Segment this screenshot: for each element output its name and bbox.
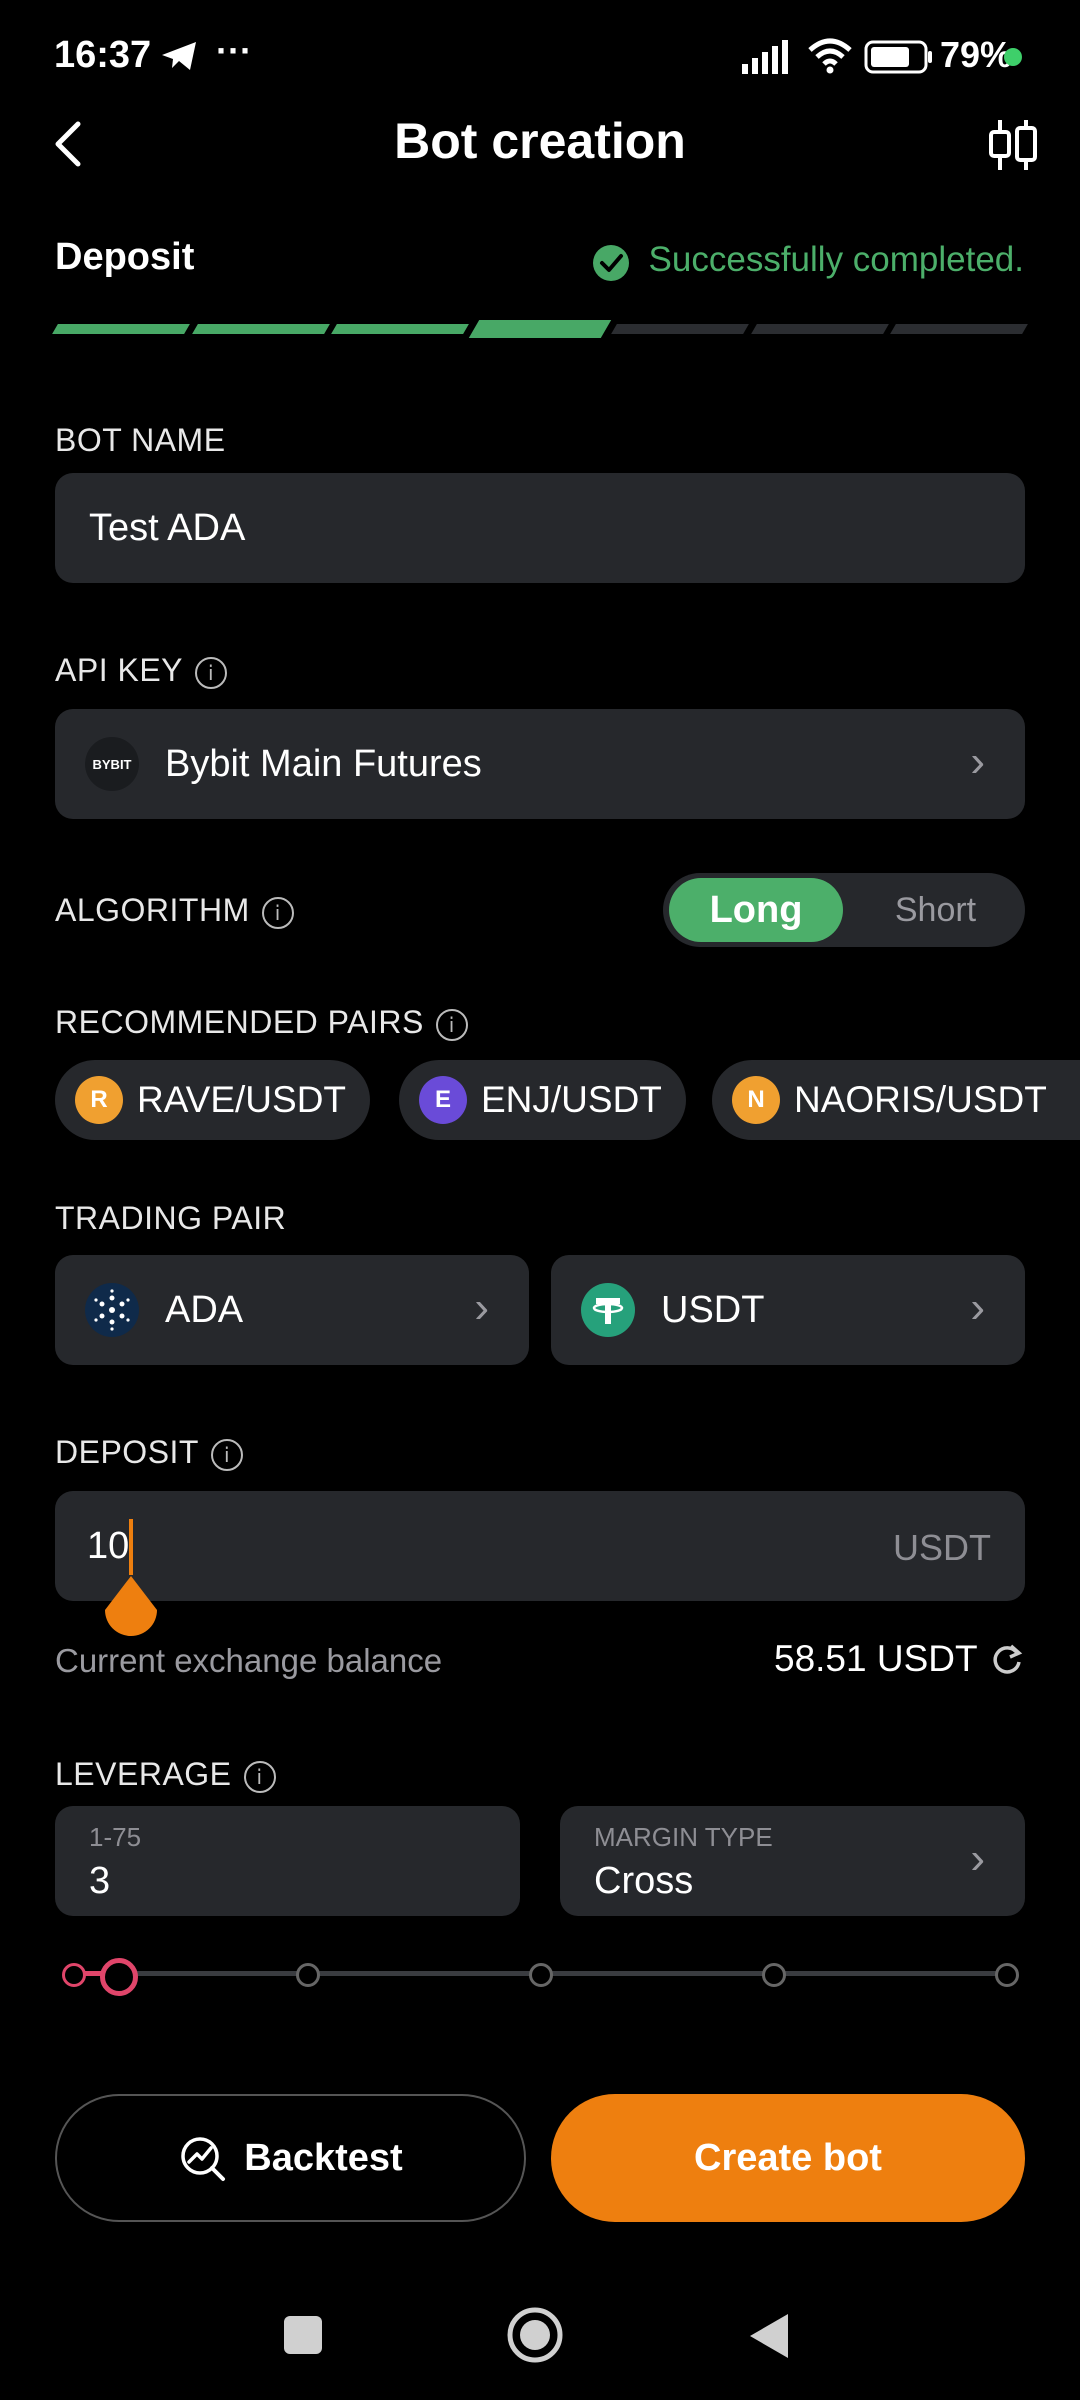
step-segment <box>331 324 470 334</box>
algorithm-long-option[interactable]: Long <box>669 878 843 942</box>
info-icon[interactable]: i <box>435 1008 468 1041</box>
step-segment <box>52 324 190 334</box>
status-bar: 16:37 ··· 79% <box>0 0 1080 110</box>
enj-coin-icon: E <box>419 1076 467 1124</box>
trading-pair-label: TRADING PAIR <box>55 1200 287 1236</box>
info-icon[interactable]: i <box>261 896 294 929</box>
margin-type-selector[interactable]: MARGIN TYPE Cross › <box>560 1806 1025 1916</box>
algorithm-toggle[interactable]: Long Short <box>663 873 1025 947</box>
create-bot-button[interactable]: Create bot <box>551 2094 1025 2222</box>
backtest-button[interactable]: Backtest <box>55 2094 526 2222</box>
slider-tick <box>296 1963 320 1987</box>
refresh-icon[interactable] <box>990 1642 1024 1676</box>
quote-currency-value: USDT <box>661 1289 765 1331</box>
page-title: Bot creation <box>394 113 686 169</box>
cursor-handle-icon[interactable] <box>101 1574 161 1640</box>
api-key-label: API KEY i <box>55 652 227 689</box>
info-icon[interactable]: i <box>210 1438 243 1471</box>
leverage-range: 1-75 <box>89 1822 142 1852</box>
api-key-value: Bybit Main Futures <box>165 743 482 785</box>
info-icon[interactable]: i <box>243 1760 276 1793</box>
slider-tick <box>762 1963 786 1987</box>
deposit-label: DEPOSIT i <box>55 1434 243 1471</box>
bot-name-input[interactable]: Test ADA <box>55 473 1025 583</box>
back-nav-button[interactable] <box>746 2310 792 2362</box>
recommended-pairs-label: RECOMMENDED PAIRS i <box>55 1004 468 1041</box>
balance-label: Current exchange balance <box>55 1642 443 1679</box>
bybit-logo: BYBIT <box>85 737 139 791</box>
api-key-selector[interactable]: BYBIT Bybit Main Futures › <box>55 709 1025 819</box>
recommended-pair-chip[interactable]: R RAVE/USDT <box>55 1060 371 1140</box>
slider-tick <box>529 1963 553 1987</box>
deposit-unit: USDT <box>893 1527 991 1568</box>
signal-icon <box>742 40 788 74</box>
more-notifications: ··· <box>216 30 252 71</box>
step-segment-current <box>468 320 612 338</box>
pair-text: NAORIS/USDT <box>794 1079 1047 1120</box>
algorithm-label: ALGORITHM i <box>55 892 294 929</box>
leverage-label: LEVERAGE i <box>55 1756 276 1793</box>
battery-icon <box>864 40 932 74</box>
deposit-value: 10 <box>87 1525 130 1567</box>
chevron-right-icon: › <box>474 1283 489 1332</box>
deposit-label-text: DEPOSIT <box>55 1434 199 1470</box>
slider-tick <box>62 1963 86 1987</box>
pair-text: RAVE/USDT <box>137 1079 347 1120</box>
chevron-right-icon: › <box>970 1283 985 1332</box>
recommended-pair-chip[interactable]: E ENJ/USDT <box>399 1060 686 1140</box>
leverage-slider-thumb[interactable] <box>100 1958 138 1996</box>
notification-dot <box>1004 48 1022 66</box>
text-cursor <box>129 1519 133 1575</box>
rave-coin-icon: R <box>75 1076 123 1124</box>
leverage-value: 3 <box>89 1860 111 1902</box>
leverage-input[interactable]: 1-75 3 <box>55 1806 520 1916</box>
quote-currency-selector[interactable]: USDT › <box>551 1255 1025 1365</box>
slider-tick <box>995 1963 1019 1987</box>
step-progress-bar <box>52 320 1028 338</box>
api-key-label-text: API KEY <box>55 652 183 688</box>
backtest-icon <box>181 2137 226 2181</box>
step-status-text: Successfully completed. <box>648 240 1024 279</box>
status-time: 16:37 <box>54 34 152 76</box>
recommended-pairs-label-text: RECOMMENDED PAIRS <box>55 1004 424 1040</box>
cardano-icon <box>85 1283 139 1337</box>
step-segment <box>610 324 749 334</box>
chevron-right-icon: › <box>970 1834 985 1883</box>
base-currency-selector[interactable]: ADA › <box>55 1255 529 1365</box>
leverage-label-text: LEVERAGE <box>55 1756 232 1792</box>
chevron-right-icon: › <box>970 737 985 786</box>
margin-type-value: Cross <box>594 1860 694 1902</box>
step-segment <box>750 324 889 334</box>
bot-name-value: Test ADA <box>89 507 246 549</box>
naoris-coin-icon: N <box>732 1076 780 1124</box>
candlestick-chart-icon[interactable] <box>986 116 1040 174</box>
check-circle-icon <box>592 244 630 287</box>
deposit-input[interactable]: 10 USDT <box>55 1491 1025 1601</box>
bot-name-label: BOT NAME <box>55 422 226 458</box>
pair-text: ENJ/USDT <box>481 1079 662 1120</box>
algorithm-short-option[interactable]: Short <box>853 878 1018 942</box>
home-button[interactable] <box>506 2306 564 2364</box>
step-segment <box>191 324 330 334</box>
balance-value: 58.51 USDT <box>774 1638 978 1679</box>
base-currency-value: ADA <box>165 1289 244 1331</box>
margin-type-label: MARGIN TYPE <box>594 1822 773 1852</box>
battery-percent: 79% <box>940 34 1013 75</box>
info-icon[interactable]: i <box>195 656 227 689</box>
tether-icon <box>581 1283 635 1337</box>
recommended-pair-chip[interactable]: N NAORIS/USDT <box>712 1060 1080 1140</box>
algorithm-label-text: ALGORITHM <box>55 892 250 928</box>
step-segment <box>890 324 1028 334</box>
current-step-label: Deposit <box>55 236 195 278</box>
create-bot-label: Create bot <box>694 2136 882 2179</box>
recents-button[interactable] <box>284 2316 322 2354</box>
telegram-icon <box>162 42 196 70</box>
wifi-icon <box>808 38 852 74</box>
backtest-label: Backtest <box>244 2136 403 2179</box>
